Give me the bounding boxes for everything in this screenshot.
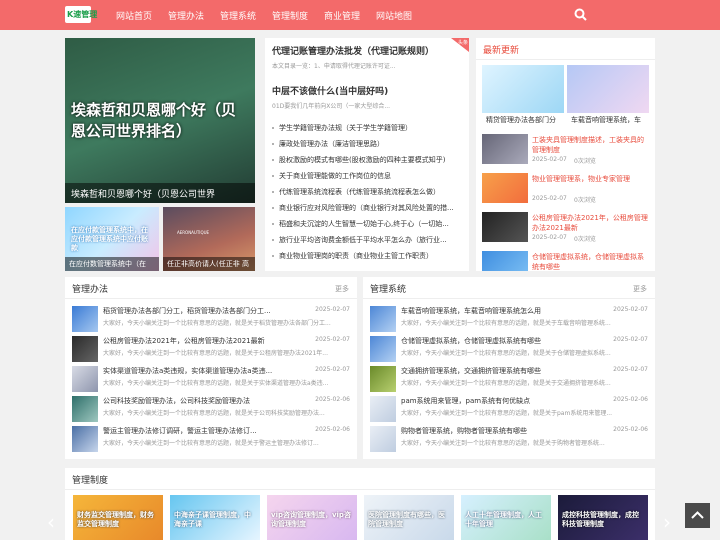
row-thumb: [72, 366, 98, 392]
site-logo[interactable]: K速管理: [65, 6, 97, 23]
rules-card[interactable]: 财务监交管理制度，财务监交管理制度: [73, 495, 163, 540]
row-thumb: [72, 336, 98, 362]
mgmt-systems-panel: 管理系统 更多 车载音响管理系统，车载音响管理系统怎么用 2025-02-07 大家…: [363, 277, 655, 459]
list-item[interactable]: 关于商业管理能做的工作岗位的信息: [272, 171, 464, 187]
carousel-prev-icon[interactable]: ‹: [47, 510, 55, 534]
section-title: 管理办法: [72, 285, 109, 295]
list-item[interactable]: 商业银行应对风险管理的（商业银行对其风险处置的措...: [272, 203, 464, 219]
latest-thumb: [482, 251, 528, 271]
logo-text: K速管理: [67, 10, 98, 19]
more-link[interactable]: 更多: [633, 284, 647, 294]
featured-summary-1: 本文目录一览：1、申请取得代理记账许可证...: [272, 63, 396, 70]
more-link[interactable]: 更多: [335, 284, 349, 294]
latest-panel: 最新更新 精贷管理办法各部门分 车载音响管理系统，车 工装夹具管理制度描述，工装…: [476, 38, 655, 271]
carousel-next-icon[interactable]: ›: [663, 510, 671, 534]
hero-sub-slide-1[interactable]: 在应付款管理系统中，在应付款管理系统中应付账款 在应付数管理系统中（在: [65, 207, 159, 271]
row-thumb: [72, 426, 98, 452]
latest-top-2-caption[interactable]: 车载音响管理系统，车: [571, 115, 651, 125]
latest-item[interactable]: 仓储管理虚拟系统，仓储管理虚拟系统有哪些: [482, 251, 650, 271]
nav-item-rules[interactable]: 管理制度: [272, 9, 308, 22]
hero-main-image-text: 埃森哲和贝恩哪个好（贝恩公司世界排名）: [71, 101, 237, 140]
latest-item[interactable]: 工装夹具管理制度描述，工装夹具的管理制度 2025-02-07 0次浏览: [482, 134, 650, 166]
rules-card[interactable]: 人工十年管理制度，人工十年管理: [461, 495, 551, 540]
hero-sub1-caption: 在应付数管理系统中（在: [65, 257, 159, 271]
table-row[interactable]: 购物者管理系统，购物者管理系统有哪些 2025-02-06 大家好，今天小编关注到一…: [370, 424, 648, 454]
rules-card[interactable]: vip咨询管理制度，vip咨询管理制度: [267, 495, 357, 540]
list-item[interactable]: 代练管理系统流程表（代练管理系统流程表怎么做）: [272, 187, 464, 203]
list-item[interactable]: 股权激励的模式有哪些(股权激励的四种主要模式知乎): [272, 155, 464, 171]
nav-item-methods[interactable]: 管理办法: [168, 9, 204, 22]
featured-summary-2: 01D要我们几年前向X公司（一家大型综合...: [272, 103, 391, 110]
table-row[interactable]: 公租房管理办法2021年，公租房管理办法2021最新 2025-02-07 大家好，…: [72, 334, 350, 364]
featured-title-2[interactable]: 中层不该做什么(当中层好吗): [272, 84, 462, 97]
hero-sub-slide-2[interactable]: AERONAUTIQUE 任正非高价请人(任正非 高: [163, 207, 255, 271]
rules-card[interactable]: 成控科技管理制度，成控科技管理制度: [558, 495, 648, 540]
chevron-up-icon: [691, 511, 704, 519]
row-thumb: [370, 336, 396, 362]
table-row[interactable]: 警运主管理办法修订调研，警运主管理办法修订... 2025-02-06 大家好，今天…: [72, 424, 350, 454]
hero-sub2-image-text: AERONAUTIQUE: [177, 230, 210, 235]
latest-item[interactable]: 公租房管理办法2021年，公租房管理办法2021最新 2025-02-07 0次…: [482, 212, 650, 244]
row-thumb: [370, 306, 396, 332]
list-item[interactable]: 商业物业管理岗的职责（商业物业主管工作职责）: [272, 251, 464, 267]
list-item[interactable]: 稻盛和夫沉淀的人生智慧一切始于心,终于心（一切始...: [272, 219, 464, 235]
nav-item-sitemap[interactable]: 网站地图: [376, 9, 412, 22]
rules-card[interactable]: 医院管理制度有哪些，医院管理制度: [364, 495, 454, 540]
latest-top-1[interactable]: [482, 65, 564, 113]
mgmt-methods-panel: 管理办法 更多 稻货管理办法各部门分工，稻货管理办法各部门分工... 2025-0…: [65, 277, 357, 459]
search-icon[interactable]: [574, 8, 587, 21]
list-item[interactable]: 旅行业平均咨询费金额低于平均水平怎么办（旅行业...: [272, 235, 464, 251]
list-item[interactable]: 学生学籍管理办法规（关于学生学籍管理）: [272, 123, 464, 139]
section-title: 管理系统: [370, 285, 407, 295]
latest-top-2[interactable]: [567, 65, 649, 113]
back-to-top-button[interactable]: [685, 503, 710, 528]
table-row[interactable]: 公司科技奖励管理办法，公司科技奖励管理办法 2025-02-06 大家好，今天小编关…: [72, 394, 350, 424]
table-row[interactable]: 车载音响管理系统，车载音响管理系统怎么用 2025-02-07 大家好，今天小编关注…: [370, 304, 648, 334]
table-row[interactable]: pam系统用来管理，pam系统有何优缺点 2025-02-06 大家好，今天小编关注…: [370, 394, 648, 424]
row-thumb: [72, 396, 98, 422]
row-thumb: [72, 306, 98, 332]
hero-main-slide[interactable]: 埃森哲和贝恩哪个好（贝恩公司世界排名） 埃森哲和贝恩哪个好（贝恩公司世界: [65, 38, 255, 203]
table-row[interactable]: 稻货管理办法各部门分工，稻货管理办法各部门分工... 2025-02-07 大家好，…: [72, 304, 350, 334]
top-navbar: K速管理 网站首页 管理办法 管理系统 管理制度 商业管理 网站地图: [0, 0, 720, 30]
latest-title: 最新更新: [483, 46, 520, 56]
latest-top-1-caption[interactable]: 精贷管理办法各部门分: [486, 115, 566, 125]
rules-card[interactable]: 中海亲子课管理制度，中海亲子课: [170, 495, 260, 540]
featured-title-1[interactable]: 代理记账管理办法批发（代理记账规则）: [272, 44, 452, 57]
nav-item-business[interactable]: 商业管理: [324, 9, 360, 22]
table-row[interactable]: 交通拥挤管理系统，交通拥挤管理系统有哪些 2025-02-07 大家好，今天小编关注…: [370, 364, 648, 394]
hero-sub1-image-text: 在应付款管理系统中，在应付款管理系统中应付账款: [71, 226, 148, 252]
latest-thumb: [482, 212, 528, 242]
hero-sub2-caption: 任正非高价请人(任正非 高: [163, 257, 255, 271]
latest-item[interactable]: 物业管理管理系，物业专家管理 2025-02-07 0次浏览: [482, 173, 650, 205]
row-thumb: [370, 396, 396, 422]
headline-badge: 头条: [457, 40, 468, 46]
featured-panel: 头条 代理记账管理办法批发（代理记账规则） 本文目录一览：1、申请取得代理记账许…: [265, 38, 469, 271]
table-row[interactable]: 实体渠道管理办法a类违规，实体渠道管理办法a类违... 2025-02-07 大家好…: [72, 364, 350, 394]
nav-item-systems[interactable]: 管理系统: [220, 9, 256, 22]
featured-list: 学生学籍管理办法规（关于学生学籍管理） 廉政处管理办法（廉洁管理思路） 股权激励…: [272, 123, 464, 267]
row-thumb: [370, 366, 396, 392]
nav-item-home[interactable]: 网站首页: [116, 9, 152, 22]
latest-thumb: [482, 173, 528, 203]
list-item[interactable]: 廉政处管理办法（廉洁管理思路）: [272, 139, 464, 155]
latest-thumb: [482, 134, 528, 164]
hero-main-caption: 埃森哲和贝恩哪个好（贝恩公司世界: [65, 183, 255, 203]
section-title: 管理制度: [72, 476, 109, 486]
row-thumb: [370, 426, 396, 452]
table-row[interactable]: 仓储管理虚拟系统，仓储管理虚拟系统有哪些 2025-02-07 大家好，今天小编关注…: [370, 334, 648, 364]
